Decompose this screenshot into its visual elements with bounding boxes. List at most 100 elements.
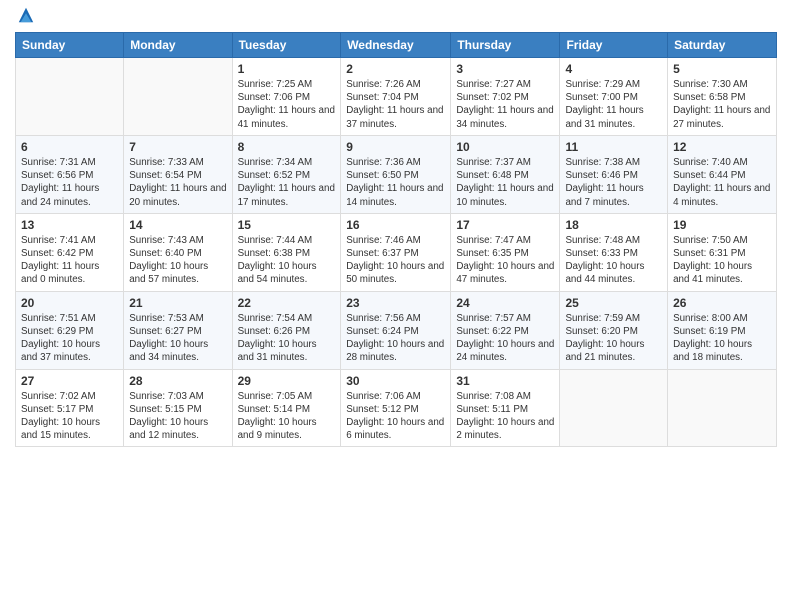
day-detail: Sunrise: 7:47 AM Sunset: 6:35 PM Dayligh… — [456, 234, 554, 287]
calendar-cell: 18 Sunrise: 7:48 AM Sunset: 6:33 PM Dayli… — [560, 213, 668, 291]
day-detail: Sunrise: 7:56 AM Sunset: 6:24 PM Dayligh… — [346, 312, 445, 365]
day-number: 19 — [673, 218, 771, 232]
day-number: 27 — [21, 374, 118, 388]
day-number: 8 — [238, 140, 336, 154]
calendar-cell: 4Sunrise: 7:29 AM Sunset: 7:00 PM Daylig… — [560, 58, 668, 136]
day-number: 23 — [346, 296, 445, 310]
calendar-cell: 7Sunrise: 7:33 AM Sunset: 6:54 PM Daylig… — [124, 135, 232, 213]
day-detail: Sunrise: 7:25 AM Sunset: 7:06 PM Dayligh… — [238, 78, 336, 131]
day-detail: Sunrise: 7:51 AM Sunset: 6:29 PM Dayligh… — [21, 312, 118, 365]
calendar-cell: 26 Sunrise: 8:00 AM Sunset: 6:19 PM Dayli… — [668, 291, 777, 369]
day-number: 29 — [238, 374, 336, 388]
calendar-cell — [124, 58, 232, 136]
day-detail: Sunrise: 7:44 AM Sunset: 6:38 PM Dayligh… — [238, 234, 336, 287]
day-detail: Sunrise: 7:05 AM Sunset: 5:14 PM Dayligh… — [238, 390, 336, 443]
day-detail: Sunrise: 7:46 AM Sunset: 6:37 PM Dayligh… — [346, 234, 445, 287]
calendar-cell: 22 Sunrise: 7:54 AM Sunset: 6:26 PM Dayli… — [232, 291, 341, 369]
day-number: 21 — [129, 296, 226, 310]
calendar-cell: 16 Sunrise: 7:46 AM Sunset: 6:37 PM Dayli… — [341, 213, 451, 291]
calendar-cell: 25 Sunrise: 7:59 AM Sunset: 6:20 PM Dayli… — [560, 291, 668, 369]
day-number: 3 — [456, 62, 554, 76]
day-detail: Sunrise: 7:06 AM Sunset: 5:12 PM Dayligh… — [346, 390, 445, 443]
day-number: 6 — [21, 140, 118, 154]
day-number: 16 — [346, 218, 445, 232]
calendar-cell: 17 Sunrise: 7:47 AM Sunset: 6:35 PM Dayli… — [451, 213, 560, 291]
day-number: 2 — [346, 62, 445, 76]
day-detail: Sunrise: 7:30 AM Sunset: 6:58 PM Dayligh… — [673, 78, 771, 131]
calendar-cell: 14Sunrise: 7:43 AM Sunset: 6:40 PM Dayli… — [124, 213, 232, 291]
day-detail: Sunrise: 7:29 AM Sunset: 7:00 PM Dayligh… — [565, 78, 662, 131]
day-number: 9 — [346, 140, 445, 154]
calendar-cell: 28Sunrise: 7:03 AM Sunset: 5:15 PM Dayli… — [124, 369, 232, 447]
calendar-cell: 30 Sunrise: 7:06 AM Sunset: 5:12 PM Dayli… — [341, 369, 451, 447]
calendar-cell — [16, 58, 124, 136]
calendar-cell: 19Sunrise: 7:50 AM Sunset: 6:31 PM Dayli… — [668, 213, 777, 291]
day-number: 22 — [238, 296, 336, 310]
logo — [15, 10, 35, 24]
calendar-cell: 15 Sunrise: 7:44 AM Sunset: 6:38 PM Dayli… — [232, 213, 341, 291]
day-number: 26 — [673, 296, 771, 310]
day-number: 1 — [238, 62, 336, 76]
day-detail: Sunrise: 7:27 AM Sunset: 7:02 PM Dayligh… — [456, 78, 554, 131]
calendar-header-monday: Monday — [124, 33, 232, 58]
calendar-header-row: SundayMondayTuesdayWednesdayThursdayFrid… — [16, 33, 777, 58]
calendar-cell: 2 Sunrise: 7:26 AM Sunset: 7:04 PM Daylig… — [341, 58, 451, 136]
calendar-cell: 8 Sunrise: 7:34 AM Sunset: 6:52 PM Daylig… — [232, 135, 341, 213]
calendar-cell: 11 Sunrise: 7:38 AM Sunset: 6:46 PM Dayli… — [560, 135, 668, 213]
day-number: 25 — [565, 296, 662, 310]
day-number: 17 — [456, 218, 554, 232]
day-detail: Sunrise: 7:48 AM Sunset: 6:33 PM Dayligh… — [565, 234, 662, 287]
day-detail: Sunrise: 7:41 AM Sunset: 6:42 PM Dayligh… — [21, 234, 118, 287]
header — [15, 10, 777, 24]
calendar-cell: 9 Sunrise: 7:36 AM Sunset: 6:50 PM Daylig… — [341, 135, 451, 213]
logo-icon — [17, 6, 35, 24]
calendar-week-row: 6Sunrise: 7:31 AM Sunset: 6:56 PM Daylig… — [16, 135, 777, 213]
calendar-header-wednesday: Wednesday — [341, 33, 451, 58]
calendar-cell: 27 Sunrise: 7:02 AM Sunset: 5:17 PM Dayli… — [16, 369, 124, 447]
day-detail: Sunrise: 7:38 AM Sunset: 6:46 PM Dayligh… — [565, 156, 662, 209]
calendar-cell: 5Sunrise: 7:30 AM Sunset: 6:58 PM Daylig… — [668, 58, 777, 136]
calendar-week-row: 27 Sunrise: 7:02 AM Sunset: 5:17 PM Dayli… — [16, 369, 777, 447]
calendar-cell: 13 Sunrise: 7:41 AM Sunset: 6:42 PM Dayli… — [16, 213, 124, 291]
calendar-cell: 23 Sunrise: 7:56 AM Sunset: 6:24 PM Dayli… — [341, 291, 451, 369]
day-number: 18 — [565, 218, 662, 232]
day-detail: Sunrise: 7:03 AM Sunset: 5:15 PM Dayligh… — [129, 390, 226, 443]
day-detail: Sunrise: 7:57 AM Sunset: 6:22 PM Dayligh… — [456, 312, 554, 365]
calendar-cell: 1 Sunrise: 7:25 AM Sunset: 7:06 PM Daylig… — [232, 58, 341, 136]
calendar-header-sunday: Sunday — [16, 33, 124, 58]
day-number: 10 — [456, 140, 554, 154]
calendar-cell: 31Sunrise: 7:08 AM Sunset: 5:11 PM Dayli… — [451, 369, 560, 447]
day-detail: Sunrise: 7:54 AM Sunset: 6:26 PM Dayligh… — [238, 312, 336, 365]
day-detail: Sunrise: 7:26 AM Sunset: 7:04 PM Dayligh… — [346, 78, 445, 131]
day-number: 15 — [238, 218, 336, 232]
calendar-cell — [668, 369, 777, 447]
day-number: 20 — [21, 296, 118, 310]
day-detail: Sunrise: 7:34 AM Sunset: 6:52 PM Dayligh… — [238, 156, 336, 209]
day-number: 14 — [129, 218, 226, 232]
day-number: 30 — [346, 374, 445, 388]
calendar-table: SundayMondayTuesdayWednesdayThursdayFrid… — [15, 32, 777, 447]
day-detail: Sunrise: 7:36 AM Sunset: 6:50 PM Dayligh… — [346, 156, 445, 209]
calendar-header-friday: Friday — [560, 33, 668, 58]
day-number: 12 — [673, 140, 771, 154]
day-number: 11 — [565, 140, 662, 154]
calendar-cell: 29 Sunrise: 7:05 AM Sunset: 5:14 PM Dayli… — [232, 369, 341, 447]
calendar-header-thursday: Thursday — [451, 33, 560, 58]
day-detail: Sunrise: 7:02 AM Sunset: 5:17 PM Dayligh… — [21, 390, 118, 443]
calendar-cell: 10 Sunrise: 7:37 AM Sunset: 6:48 PM Dayli… — [451, 135, 560, 213]
calendar-cell: 12Sunrise: 7:40 AM Sunset: 6:44 PM Dayli… — [668, 135, 777, 213]
calendar-cell: 21 Sunrise: 7:53 AM Sunset: 6:27 PM Dayli… — [124, 291, 232, 369]
day-number: 13 — [21, 218, 118, 232]
day-detail: Sunrise: 7:53 AM Sunset: 6:27 PM Dayligh… — [129, 312, 226, 365]
page: SundayMondayTuesdayWednesdayThursdayFrid… — [0, 0, 792, 457]
day-detail: Sunrise: 7:33 AM Sunset: 6:54 PM Dayligh… — [129, 156, 226, 209]
day-detail: Sunrise: 7:59 AM Sunset: 6:20 PM Dayligh… — [565, 312, 662, 365]
day-detail: Sunrise: 7:37 AM Sunset: 6:48 PM Dayligh… — [456, 156, 554, 209]
day-number: 24 — [456, 296, 554, 310]
calendar-week-row: 1 Sunrise: 7:25 AM Sunset: 7:06 PM Daylig… — [16, 58, 777, 136]
day-detail: Sunrise: 8:00 AM Sunset: 6:19 PM Dayligh… — [673, 312, 771, 365]
calendar-cell: 20 Sunrise: 7:51 AM Sunset: 6:29 PM Dayli… — [16, 291, 124, 369]
day-number: 31 — [456, 374, 554, 388]
calendar-cell: 3 Sunrise: 7:27 AM Sunset: 7:02 PM Daylig… — [451, 58, 560, 136]
calendar-header-saturday: Saturday — [668, 33, 777, 58]
